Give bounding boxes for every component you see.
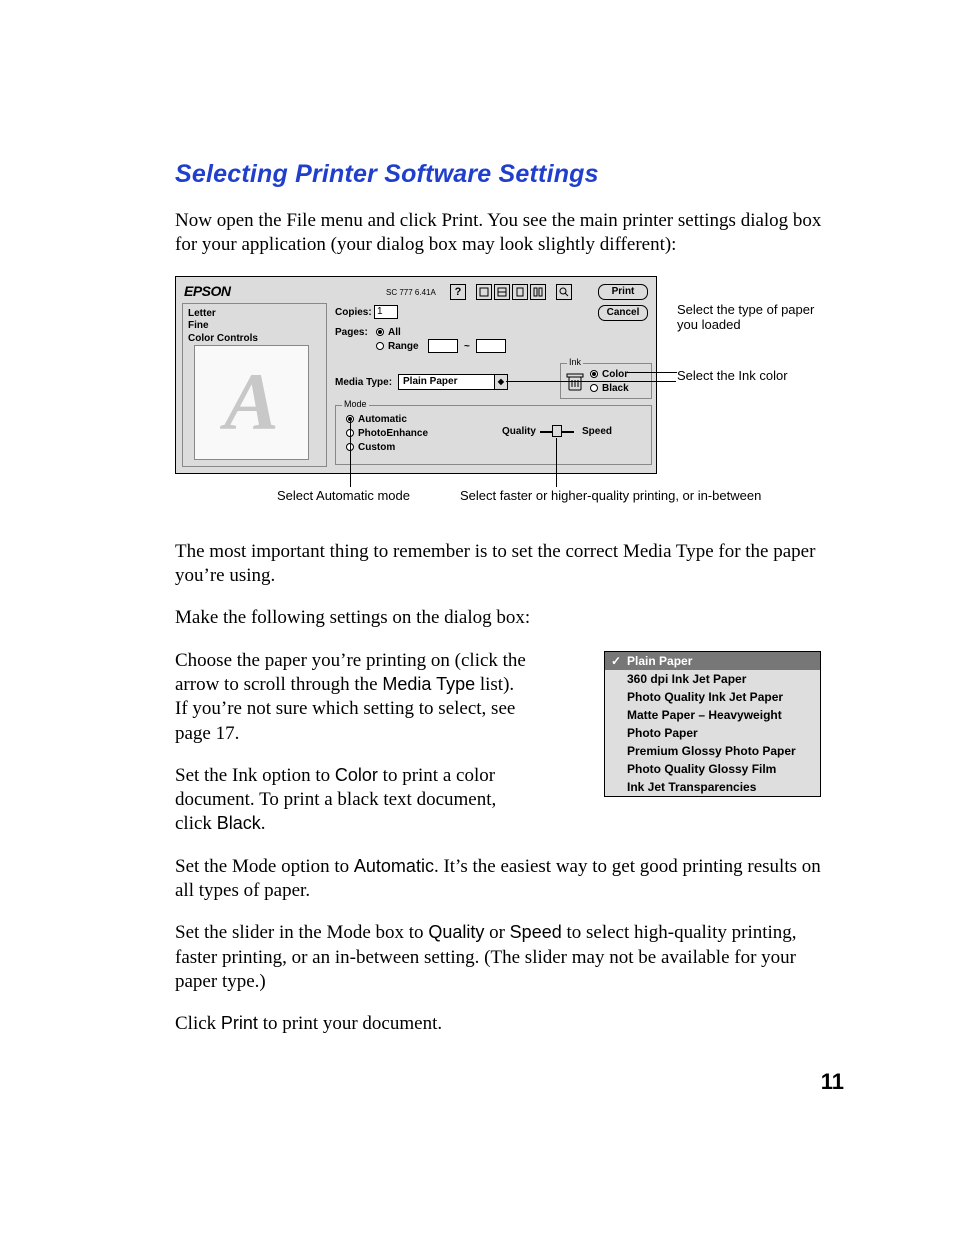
term-black: Black — [217, 813, 261, 833]
copies-input[interactable]: 1 — [374, 305, 398, 319]
callout-line-slider — [556, 438, 557, 487]
media-option-360dpi[interactable]: 360 dpi Ink Jet Paper — [605, 670, 820, 688]
term-print: Print — [221, 1013, 258, 1033]
summary-line-1: Letter — [188, 308, 321, 321]
page-title: Selecting Printer Software Settings — [175, 160, 835, 189]
pages-all-radio[interactable] — [376, 328, 384, 336]
mode-legend: Mode — [342, 399, 369, 409]
pages-range-radio[interactable] — [376, 342, 384, 350]
ink-color-radio[interactable] — [590, 370, 598, 378]
media-option-glossy-film[interactable]: Photo Quality Glossy Film — [605, 760, 820, 778]
summary-line-3: Color Controls — [188, 333, 321, 346]
media-option-plain-paper[interactable]: Plain Paper — [605, 652, 820, 670]
annotation-ink: Select the Ink color — [677, 368, 797, 384]
term-color: Color — [335, 765, 378, 785]
toolbar-icon-2[interactable] — [494, 284, 510, 300]
quality-label: Quality — [502, 426, 536, 437]
help-button[interactable]: ? — [450, 284, 466, 300]
copies-label: Copies: — [335, 307, 372, 318]
ink-black-radio[interactable] — [590, 384, 598, 392]
toolbar-icon-1[interactable] — [476, 284, 492, 300]
term-speed: Speed — [510, 922, 562, 942]
ink-legend: Ink — [567, 357, 583, 367]
mode-photo-label: PhotoEnhance — [358, 428, 428, 439]
step-4: Set the slider in the Mode box to Qualit… — [175, 921, 835, 994]
pages-range-label: Range — [388, 341, 419, 352]
mode-slider-knob[interactable] — [552, 425, 562, 437]
mode-custom-label: Custom — [358, 442, 395, 453]
dialog-figure: EPSON SC 777 6.41A ? Print Cancel Letter… — [175, 276, 835, 516]
step-5: Click Print to print your document. — [175, 1012, 835, 1036]
media-option-premium-glossy[interactable]: Premium Glossy Photo Paper — [605, 742, 820, 760]
annotation-paper: Select the type of paper you loaded — [677, 302, 817, 333]
media-option-photo-paper[interactable]: Photo Paper — [605, 724, 820, 742]
callout-line-auto — [350, 421, 351, 487]
term-automatic: Automatic — [354, 856, 434, 876]
print-button[interactable]: Print — [598, 284, 648, 300]
step-3: Set the Mode option to Automatic. It’s t… — [175, 855, 835, 904]
range-to-input[interactable] — [476, 339, 506, 353]
paragraph-after-2: Make the following settings on the dialo… — [175, 606, 835, 630]
callout-line-media — [506, 381, 676, 382]
ink-black-label: Black — [602, 383, 629, 394]
annotation-slider: Select faster or higher-quality printing… — [460, 488, 761, 504]
media-type-list[interactable]: Plain Paper 360 dpi Ink Jet Paper Photo … — [604, 651, 821, 797]
preview-icon[interactable] — [556, 284, 572, 300]
page-preview: A — [194, 345, 309, 460]
mode-auto-label: Automatic — [358, 414, 407, 425]
print-dialog: EPSON SC 777 6.41A ? Print Cancel Letter… — [175, 276, 657, 474]
ink-color-label: Color — [602, 369, 628, 380]
callout-line-ink — [627, 372, 677, 373]
media-option-matte-heavyweight[interactable]: Matte Paper – Heavyweight — [605, 706, 820, 724]
speed-label: Speed — [582, 426, 612, 437]
range-tilde: ~ — [464, 341, 470, 352]
term-quality: Quality — [428, 922, 484, 942]
cancel-button[interactable]: Cancel — [598, 305, 648, 321]
intro-paragraph: Now open the File menu and click Print. … — [175, 209, 835, 258]
media-type-select[interactable]: Plain Paper ◆ — [398, 374, 508, 390]
step-2: Set the Ink option to Color to print a c… — [175, 764, 530, 837]
version-label: SC 777 6.41A — [386, 288, 436, 297]
pages-all-label: All — [388, 327, 401, 338]
term-media-type: Media Type — [382, 674, 475, 694]
brand-logo: EPSON — [184, 283, 231, 299]
ink-icon — [566, 371, 584, 393]
media-option-transparencies[interactable]: Ink Jet Transparencies — [605, 778, 820, 796]
range-from-input[interactable] — [428, 339, 458, 353]
media-option-photo-quality-inkjet[interactable]: Photo Quality Ink Jet Paper — [605, 688, 820, 706]
media-type-value: Plain Paper — [403, 376, 457, 387]
paragraph-after-1: The most important thing to remember is … — [175, 540, 835, 589]
annotation-auto: Select Automatic mode — [277, 488, 410, 504]
summary-line-2: Fine — [188, 320, 321, 333]
media-type-label: Media Type: — [335, 377, 392, 388]
toolbar-icon-3[interactable] — [512, 284, 528, 300]
pages-label: Pages: — [335, 327, 368, 338]
step-1: Choose the paper you’re printing on (cli… — [175, 649, 530, 746]
select-arrows-icon: ◆ — [494, 375, 507, 389]
page-number: 11 — [821, 1069, 844, 1095]
toolbar-icon-4[interactable] — [530, 284, 546, 300]
